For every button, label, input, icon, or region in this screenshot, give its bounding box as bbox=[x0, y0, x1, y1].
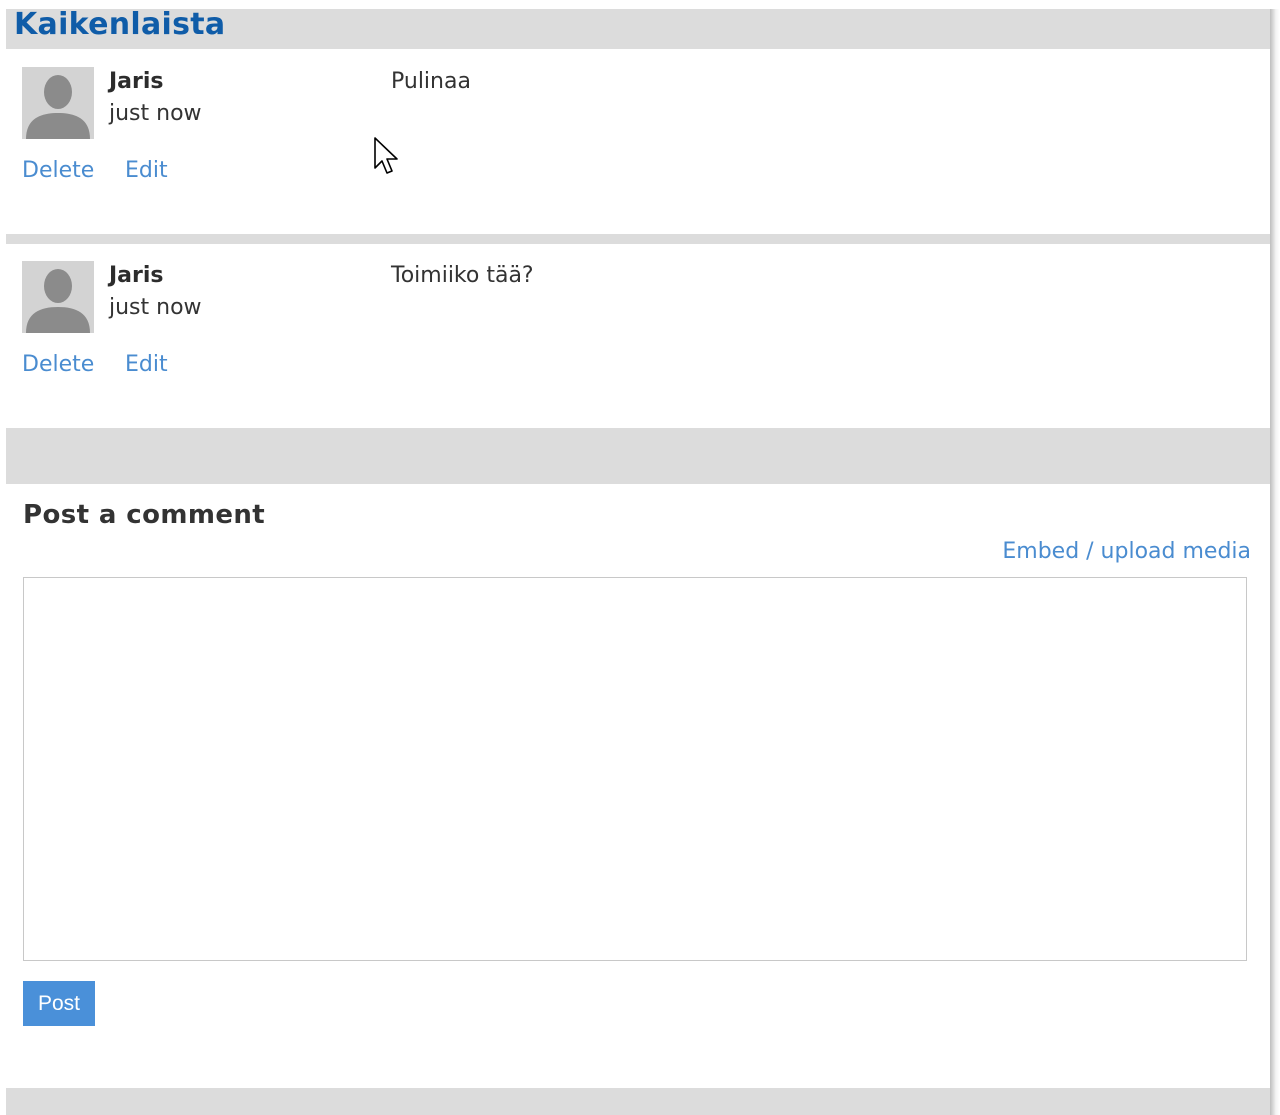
frame-shadow bbox=[1270, 9, 1280, 1115]
section-title: Kaikenlaista bbox=[14, 7, 226, 42]
default-avatar-icon bbox=[22, 261, 94, 333]
edit-link[interactable]: Edit bbox=[125, 352, 168, 377]
comment-item: Jaris just now Toimiiko tää? Delete Edit bbox=[6, 244, 1270, 428]
page-frame: Kaikenlaista Jaris just now Pulinaa Dele… bbox=[6, 7, 1270, 1115]
default-avatar-icon bbox=[22, 67, 94, 139]
delete-link[interactable]: Delete bbox=[22, 158, 94, 183]
comment-timestamp: just now bbox=[109, 295, 202, 320]
comment-text: Toimiiko tää? bbox=[391, 263, 534, 288]
comment-author[interactable]: Jaris bbox=[109, 69, 164, 94]
comment-timestamp: just now bbox=[109, 101, 202, 126]
post-button[interactable]: Post bbox=[23, 981, 95, 1026]
comment-text: Pulinaa bbox=[391, 69, 471, 94]
post-comment-heading: Post a comment bbox=[23, 500, 266, 530]
delete-link[interactable]: Delete bbox=[22, 352, 94, 377]
embed-upload-media-link[interactable]: Embed / upload media bbox=[1002, 539, 1251, 564]
mouse-pointer-icon bbox=[374, 137, 398, 174]
comment-author[interactable]: Jaris bbox=[109, 263, 164, 288]
comment-textarea[interactable] bbox=[23, 577, 1247, 961]
comment-item: Jaris just now Pulinaa Delete Edit bbox=[6, 49, 1270, 234]
post-comment-panel: Post a comment Embed / upload media Post bbox=[6, 484, 1270, 1088]
edit-link[interactable]: Edit bbox=[125, 158, 168, 183]
section-header: Kaikenlaista bbox=[6, 7, 1270, 49]
